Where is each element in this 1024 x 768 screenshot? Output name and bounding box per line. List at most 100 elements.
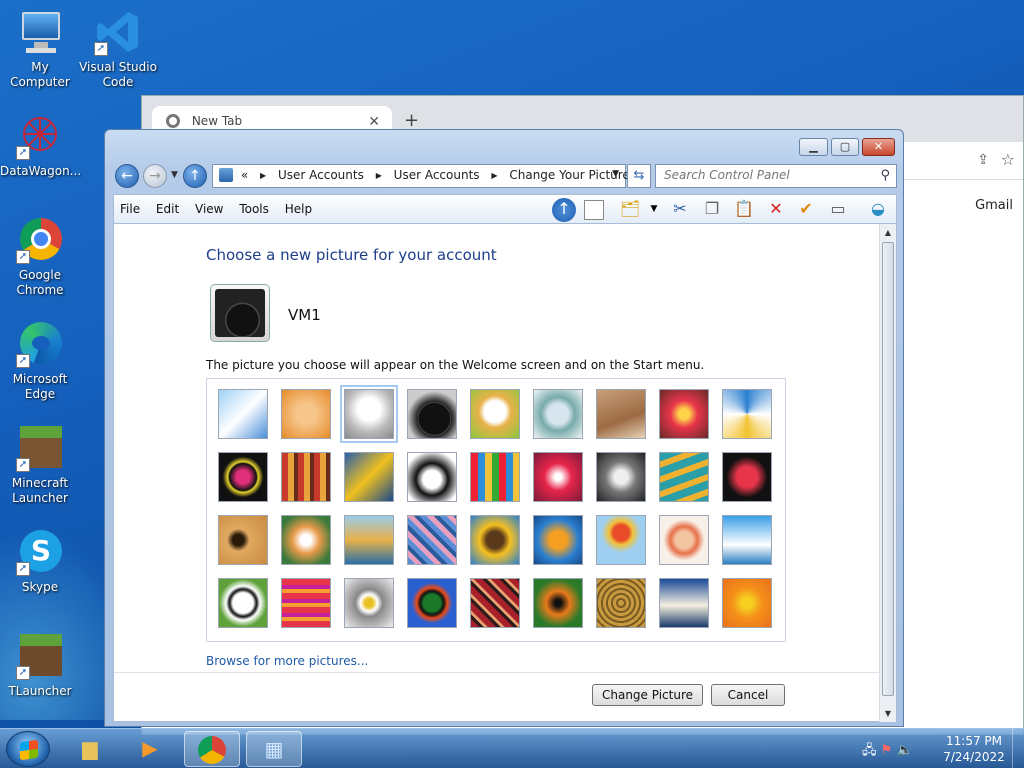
picture-cloth[interactable] [407,515,457,565]
close-tab-icon[interactable]: ✕ [368,114,380,130]
picture-robot-toy[interactable] [340,385,398,443]
recent-pages-dropdown[interactable]: ▼ [171,170,178,180]
scroll-up-icon[interactable]: ▲ [880,228,896,237]
taskbar-chrome[interactable] [184,731,240,767]
picture-starfish[interactable] [281,389,331,439]
checkmark-icon[interactable]: ✔ [794,198,818,222]
properties-icon[interactable]: ▭ [826,198,850,222]
pane-icon[interactable] [584,200,604,220]
picture-rug[interactable] [470,578,520,628]
scroll-down-icon[interactable]: ▼ [880,709,896,718]
picture-puppy[interactable] [281,515,331,565]
picture-ball[interactable] [218,452,268,502]
shell-icon[interactable]: ◒ [866,198,890,222]
menu-edit[interactable]: Edit [150,195,185,216]
picture-kitten[interactable] [596,389,646,439]
picture-fish[interactable] [533,515,583,565]
desktop-icon-chrome[interactable]: ➚ Google Chrome [0,216,80,298]
picture-roller-coaster[interactable] [218,389,268,439]
chevron-right-icon[interactable]: ▶ [491,171,497,180]
desktop-icon-my-computer[interactable]: My Computer [0,8,80,90]
desktop-icon-edge[interactable]: ➚ Microsoft Edge [0,320,80,402]
maximize-button[interactable]: ▢ [831,138,859,156]
desktop-icon-minecraft[interactable]: ➚ Minecraft Launcher [0,424,80,506]
picture-crayons[interactable] [470,452,520,502]
picture-basket[interactable] [596,578,646,628]
gmail-link[interactable]: Gmail [975,198,1013,213]
picture-window[interactable] [407,578,457,628]
picture-lighthouse[interactable] [659,578,709,628]
cancel-button[interactable]: Cancel [711,684,785,706]
cut-icon[interactable]: ✂ [668,198,692,222]
desktop-icon-datawagon[interactable]: ➚ DataWagon... [0,112,81,179]
picture-balloon[interactable] [596,515,646,565]
refresh-button[interactable]: ⇆ [627,164,651,188]
copy-icon[interactable]: ❐ [700,198,724,222]
menu-help[interactable]: Help [279,195,318,216]
share-icon[interactable]: ⇪ [977,152,989,168]
picture-sunflower[interactable] [470,515,520,565]
close-button[interactable]: ✕ [862,138,895,156]
desktop-icon-skype[interactable]: S ➚ Skype [0,528,80,595]
up-arrow-icon[interactable]: ↑ [552,198,576,222]
breadcrumb-user-accounts-2[interactable]: User Accounts [394,168,480,182]
picture-soccer-ball[interactable] [218,578,268,628]
picture-fabric[interactable] [281,452,331,502]
address-bar[interactable]: « ▶ User Accounts ▶ User Accounts ▶ Chan… [212,164,630,188]
show-desktop-button[interactable] [1012,729,1024,768]
change-picture-button[interactable]: Change Picture [592,684,703,706]
bookmark-star-icon[interactable]: ☆ [1001,150,1015,169]
picture-paper-crane[interactable] [722,452,772,502]
picture-butterfly[interactable] [533,578,583,628]
desktop-icon-vscode[interactable]: ➚ Visual Studio Code [78,8,158,90]
address-dropdown-icon[interactable]: ▼ [612,169,619,179]
breadcrumb-overflow[interactable]: « [241,168,248,182]
chevron-down-icon[interactable]: ▼ [642,198,666,222]
picture-leaf[interactable] [344,452,394,502]
picture-tin-robot[interactable] [344,515,394,565]
forward-button[interactable]: → [143,164,167,188]
taskbar-media-player[interactable]: ▶ [122,731,178,767]
up-button[interactable]: ↑ [183,164,207,188]
minimize-button[interactable]: ▁ [799,138,828,156]
paste-icon[interactable]: 📋 [732,198,756,222]
back-button[interactable]: ← [115,164,139,188]
menu-view[interactable]: View [189,195,229,216]
new-tab-icon[interactable]: + [404,110,419,131]
breadcrumb-user-accounts-1[interactable]: User Accounts [278,168,364,182]
picture-sailboat[interactable] [722,515,772,565]
picture-jacks[interactable] [596,452,646,502]
picture-star-lantern[interactable] [533,452,583,502]
picture-pinwheel[interactable] [722,389,772,439]
picture-marbles[interactable] [344,578,394,628]
picture-orange-flower[interactable] [722,578,772,628]
clock[interactable]: 11:57 PM 7/24/2022 [935,733,1013,765]
picture-flower[interactable] [659,389,709,439]
search-icon[interactable]: ⚲ [880,168,890,183]
menu-tools[interactable]: Tools [233,195,275,216]
picture-dog[interactable] [407,452,457,502]
delete-icon[interactable]: ✕ [764,198,788,222]
start-button[interactable] [6,731,50,767]
picture-guitar[interactable] [218,515,268,565]
folder-check-icon[interactable]: 🗂 [618,198,642,222]
vertical-scrollbar[interactable]: ▲ ▼ [879,224,896,722]
desktop-icon-tlauncher[interactable]: ➚ TLauncher [0,632,80,699]
action-center-icon[interactable]: ⚑ [881,743,893,758]
browse-pictures-link[interactable]: Browse for more pictures... [206,654,368,668]
menu-file[interactable]: File [114,195,146,216]
chevron-right-icon[interactable]: ▶ [376,171,382,180]
taskbar-explorer[interactable]: ▆ [62,731,118,767]
network-icon[interactable]: 🖧 [862,743,877,758]
title-bar[interactable]: ▁ ▢ ✕ [105,130,903,162]
picture-doll[interactable] [659,515,709,565]
search-input[interactable]: Search Control Panel ⚲ [655,164,897,188]
scrollbar-thumb[interactable] [882,242,894,696]
picture-stairs[interactable] [659,452,709,502]
picture-gyroscope[interactable] [533,389,583,439]
chevron-right-icon[interactable]: ▶ [260,171,266,180]
picture-stripes[interactable] [281,578,331,628]
picture-lucky-cat[interactable] [470,389,520,439]
volume-icon[interactable]: 🔈 [896,743,912,758]
taskbar-control-panel[interactable]: ▦ [246,731,302,767]
